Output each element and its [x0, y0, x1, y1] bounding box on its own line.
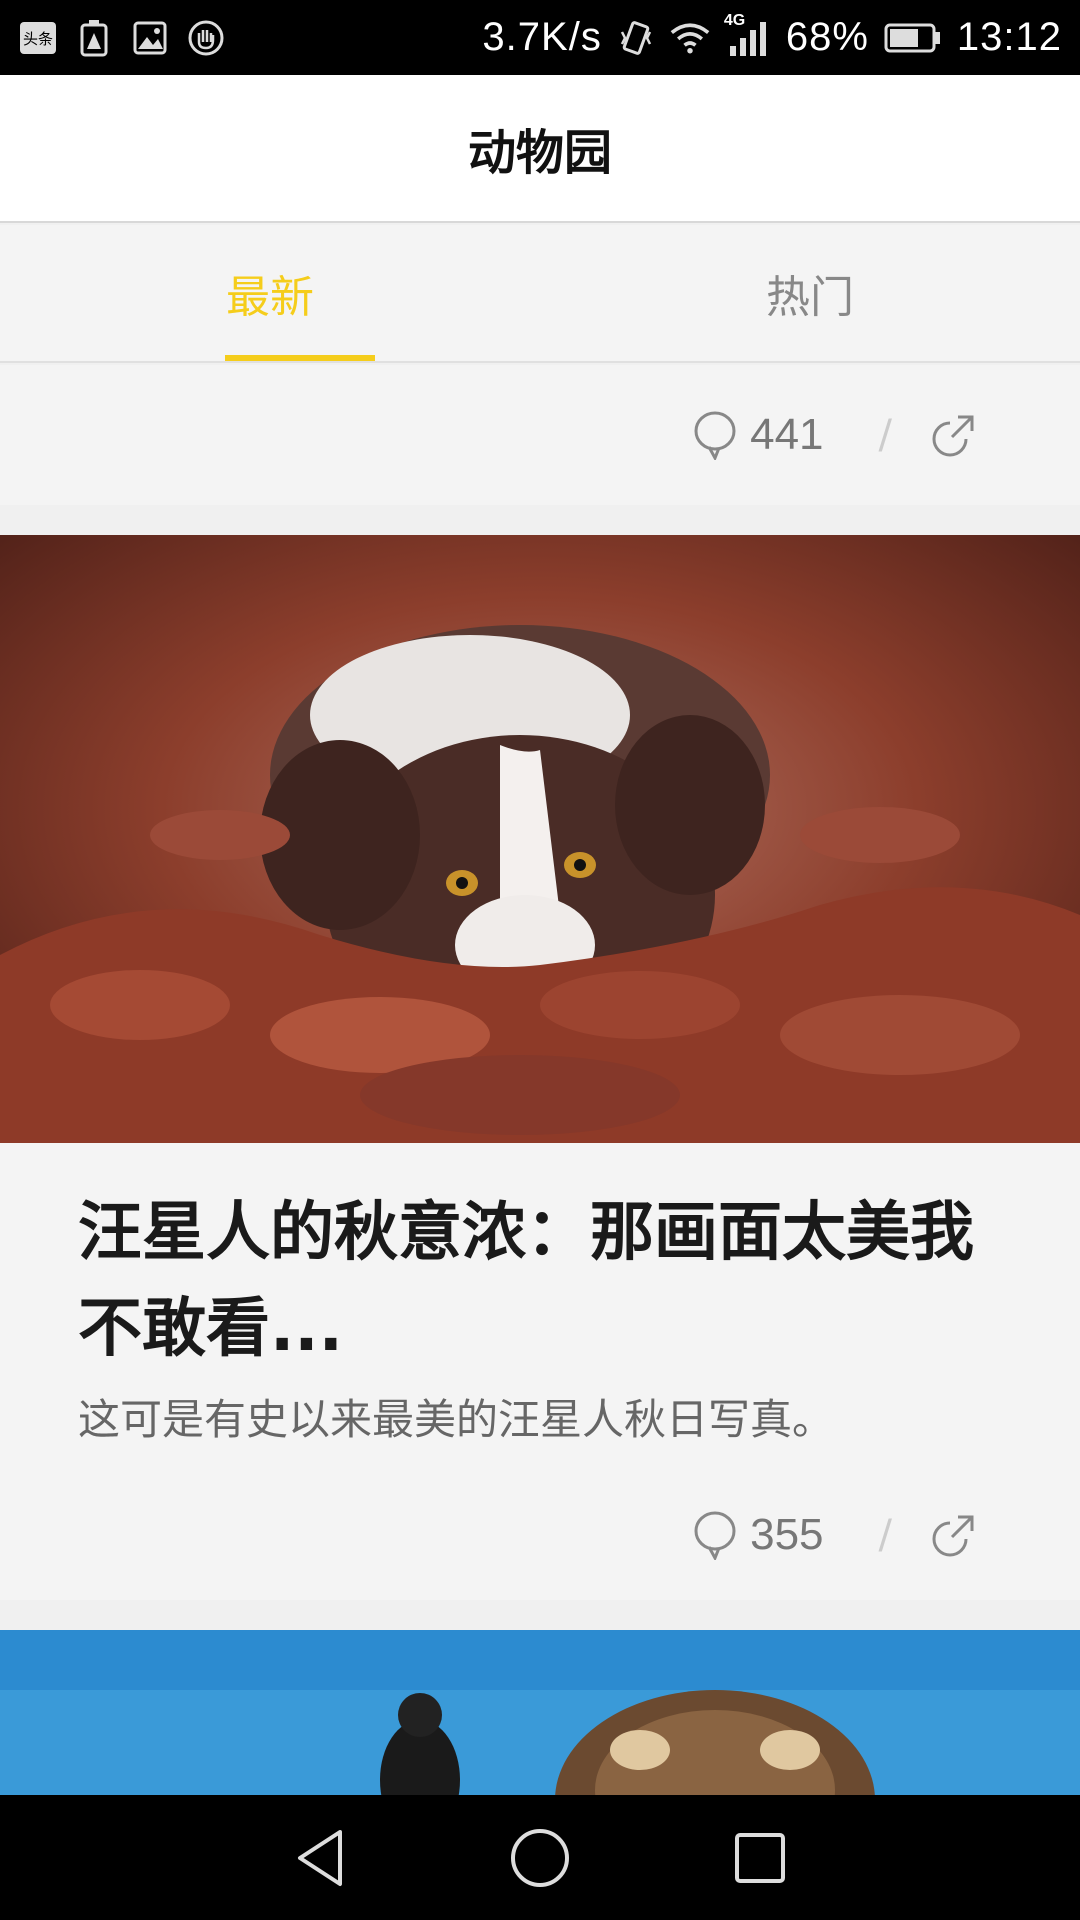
system-status: 3.7K/s 4G 68% 13:12	[482, 12, 1062, 60]
article-image[interactable]	[0, 535, 1080, 1143]
comment-count: 355	[750, 1510, 824, 1559]
comment-count: 441	[750, 410, 824, 459]
page-title: 动物园	[467, 125, 612, 181]
battery-percent: 68%	[785, 15, 869, 59]
tab-popular[interactable]: 热门	[540, 225, 1080, 361]
svg-text:头条: 头条	[23, 30, 53, 48]
battery-alert-icon	[74, 18, 114, 58]
cellular-signal-icon: 4G	[724, 12, 772, 58]
article-title[interactable]: 汪星人的秋意浓：那画面太美我不敢看...	[78, 1185, 1018, 1377]
share-icon[interactable]	[932, 413, 976, 457]
article-card[interactable]: 汪星人的秋意浓：那画面太美我不敢看... 这可是有史以来最美的汪星人秋日写真。 …	[0, 535, 1080, 1600]
separator: /	[878, 1512, 892, 1558]
hand-icon	[186, 18, 226, 58]
tab-bar: 最新 热门	[0, 225, 1080, 363]
tab-label: 最新	[226, 272, 314, 323]
navigation-bar	[0, 1795, 1080, 1920]
notification-icons: 头条	[18, 18, 226, 58]
clock: 13:12	[956, 15, 1062, 59]
screen: 头条 3.7K/s 4G 68% 13:12 动物园 最新 热门 441 / 汪…	[0, 0, 1080, 1920]
network-speed: 3.7K/s	[482, 15, 602, 59]
status-bar: 头条 3.7K/s 4G 68% 13:12	[0, 0, 1080, 75]
header: 动物园	[0, 75, 1080, 223]
comment-icon[interactable]	[692, 410, 738, 462]
toutiao-app-icon: 头条	[18, 18, 58, 58]
recents-icon[interactable]	[725, 1823, 795, 1893]
article-description: 这可是有史以来最美的汪星人秋日写真。	[78, 1395, 835, 1444]
article-meta: 355 /	[692, 1495, 1080, 1575]
separator: /	[878, 412, 892, 458]
share-icon[interactable]	[932, 1513, 976, 1557]
wifi-icon	[670, 18, 710, 58]
vibrate-icon	[616, 18, 656, 58]
battery-icon	[883, 18, 943, 58]
network-type: 4G	[723, 11, 746, 29]
previous-article-card[interactable]: 441 /	[0, 365, 1080, 505]
tab-indicator	[225, 355, 375, 361]
tab-label: 热门	[766, 272, 854, 323]
back-icon[interactable]	[285, 1823, 355, 1893]
image-icon	[130, 18, 170, 58]
home-icon[interactable]	[505, 1823, 575, 1893]
next-article-image[interactable]	[0, 1630, 1080, 1795]
comment-icon[interactable]	[692, 1510, 738, 1562]
article-meta: 441 /	[692, 395, 1080, 475]
tab-latest[interactable]: 最新	[0, 225, 540, 361]
